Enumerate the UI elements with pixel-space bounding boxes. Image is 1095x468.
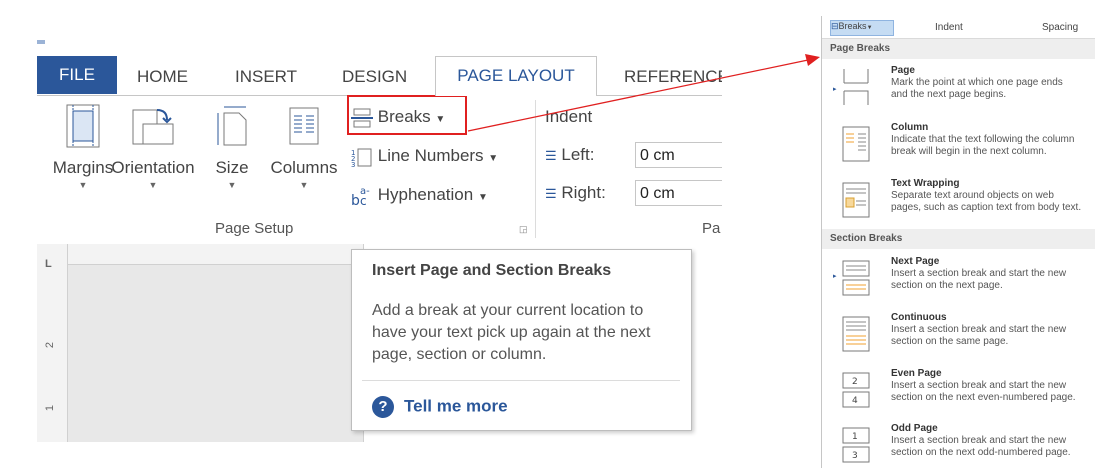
menu-item-desc: Insert a section break and start the new… — [891, 380, 1095, 404]
menu-item-even-page[interactable]: 2 4 Even Page Insert a section break and… — [822, 366, 1095, 420]
text-wrapping-icon — [842, 182, 870, 218]
tell-me-more-label: Tell me more — [404, 396, 508, 416]
desc-line: Insert a section break and start the new — [891, 324, 1067, 335]
menu-item-text-wrapping[interactable]: Text Wrapping Separate text around objec… — [822, 176, 1095, 230]
tab-page-layout[interactable]: PAGE LAYOUT — [435, 56, 597, 96]
breaks-icon: ⊟ — [831, 21, 839, 31]
desc-line: section on the next even-numbered page. — [891, 392, 1076, 403]
next-page-break-icon — [842, 260, 870, 296]
menu-item-title: Column — [891, 122, 929, 133]
marker-icon: ▸ — [833, 273, 837, 280]
chevron-down-icon: ▼ — [866, 25, 873, 31]
tooltip-title: Insert Page and Section Breaks — [372, 262, 612, 279]
odd-page-break-icon: 1 3 — [842, 427, 870, 463]
menu-item-column[interactable]: Column Indicate that the text following … — [822, 120, 1095, 174]
desc-line: Insert a section break and start the new — [891, 268, 1067, 279]
even-page-break-icon: 2 4 — [842, 372, 870, 408]
column-break-icon — [842, 126, 870, 162]
menu-item-title: Even Page — [891, 368, 942, 379]
menu-item-next-page[interactable]: ▸ Next Page Insert a section break and s… — [822, 254, 1095, 308]
desc-line: Separate text around objects on web — [891, 190, 1054, 201]
marker-icon: ▸ — [833, 86, 837, 93]
menu-item-desc: Mark the point at which one page ends and… — [891, 77, 1095, 101]
menu-item-title: Text Wrapping — [891, 178, 960, 189]
arrow-head-icon — [805, 54, 820, 66]
breaks-mini-label: Breaks — [838, 21, 867, 31]
page-breaks-header: Page Breaks — [822, 39, 1095, 59]
section-breaks-header: Section Breaks — [822, 229, 1095, 249]
page-break-icon — [843, 69, 869, 105]
help-icon: ? — [372, 396, 394, 418]
breaks-mini-button[interactable]: ⊟Breaks▼ — [830, 20, 894, 36]
desc-line: section on the next odd-numbered page. — [891, 447, 1071, 458]
desc-line: break will begin in the next column. — [891, 146, 1047, 157]
menu-item-title: Continuous — [891, 312, 947, 323]
breaks-dropdown-menu: ⊟Breaks▼ Indent Spacing Page Breaks ▸ Pa… — [821, 16, 1095, 468]
menu-item-title: Page — [891, 65, 915, 76]
menu-item-continuous[interactable]: Continuous Insert a section break and st… — [822, 310, 1095, 364]
indent-mini-label: Indent — [935, 22, 963, 33]
breaks-tooltip: Insert Page and Section Breaks Add a bre… — [351, 249, 692, 431]
menu-toolbar: ⊟Breaks▼ Indent Spacing — [822, 16, 1095, 39]
menu-item-desc: Insert a section break and start the new… — [891, 268, 1095, 292]
continuous-break-icon — [842, 316, 870, 352]
svg-text:1: 1 — [852, 432, 858, 442]
menu-item-desc: Insert a section break and start the new… — [891, 324, 1095, 348]
menu-item-page[interactable]: ▸ Page Mark the point at which one page … — [822, 63, 1095, 117]
menu-item-desc: Separate text around objects on web pages… — [891, 190, 1095, 214]
menu-item-title: Odd Page — [891, 423, 938, 434]
svg-text:2: 2 — [852, 377, 858, 387]
desc-line: and the next page begins. — [891, 89, 1007, 100]
svg-text:4: 4 — [852, 396, 858, 406]
tooltip-body: Add a break at your current location to … — [372, 302, 651, 363]
desc-line: Insert a section break and start the new — [891, 435, 1067, 446]
menu-item-desc: Indicate that the text following the col… — [891, 134, 1095, 158]
desc-line: Mark the point at which one page ends — [891, 77, 1063, 88]
menu-item-title: Next Page — [891, 256, 940, 267]
tooltip-divider — [362, 380, 680, 381]
desc-line: pages, such as caption text from body te… — [891, 202, 1082, 213]
desc-line: Indicate that the text following the col… — [891, 134, 1075, 145]
desc-line: section on the next page. — [891, 280, 1003, 291]
desc-line: Insert a section break and start the new — [891, 380, 1067, 391]
spacing-mini-label: Spacing — [1042, 22, 1079, 33]
desc-line: section on the same page. — [891, 336, 1009, 347]
menu-item-desc: Insert a section break and start the new… — [891, 435, 1095, 459]
svg-text:3: 3 — [852, 451, 858, 461]
tell-me-more-link[interactable]: ? Tell me more — [372, 396, 508, 418]
menu-item-odd-page[interactable]: 1 3 Odd Page Insert a section break and … — [822, 421, 1095, 468]
